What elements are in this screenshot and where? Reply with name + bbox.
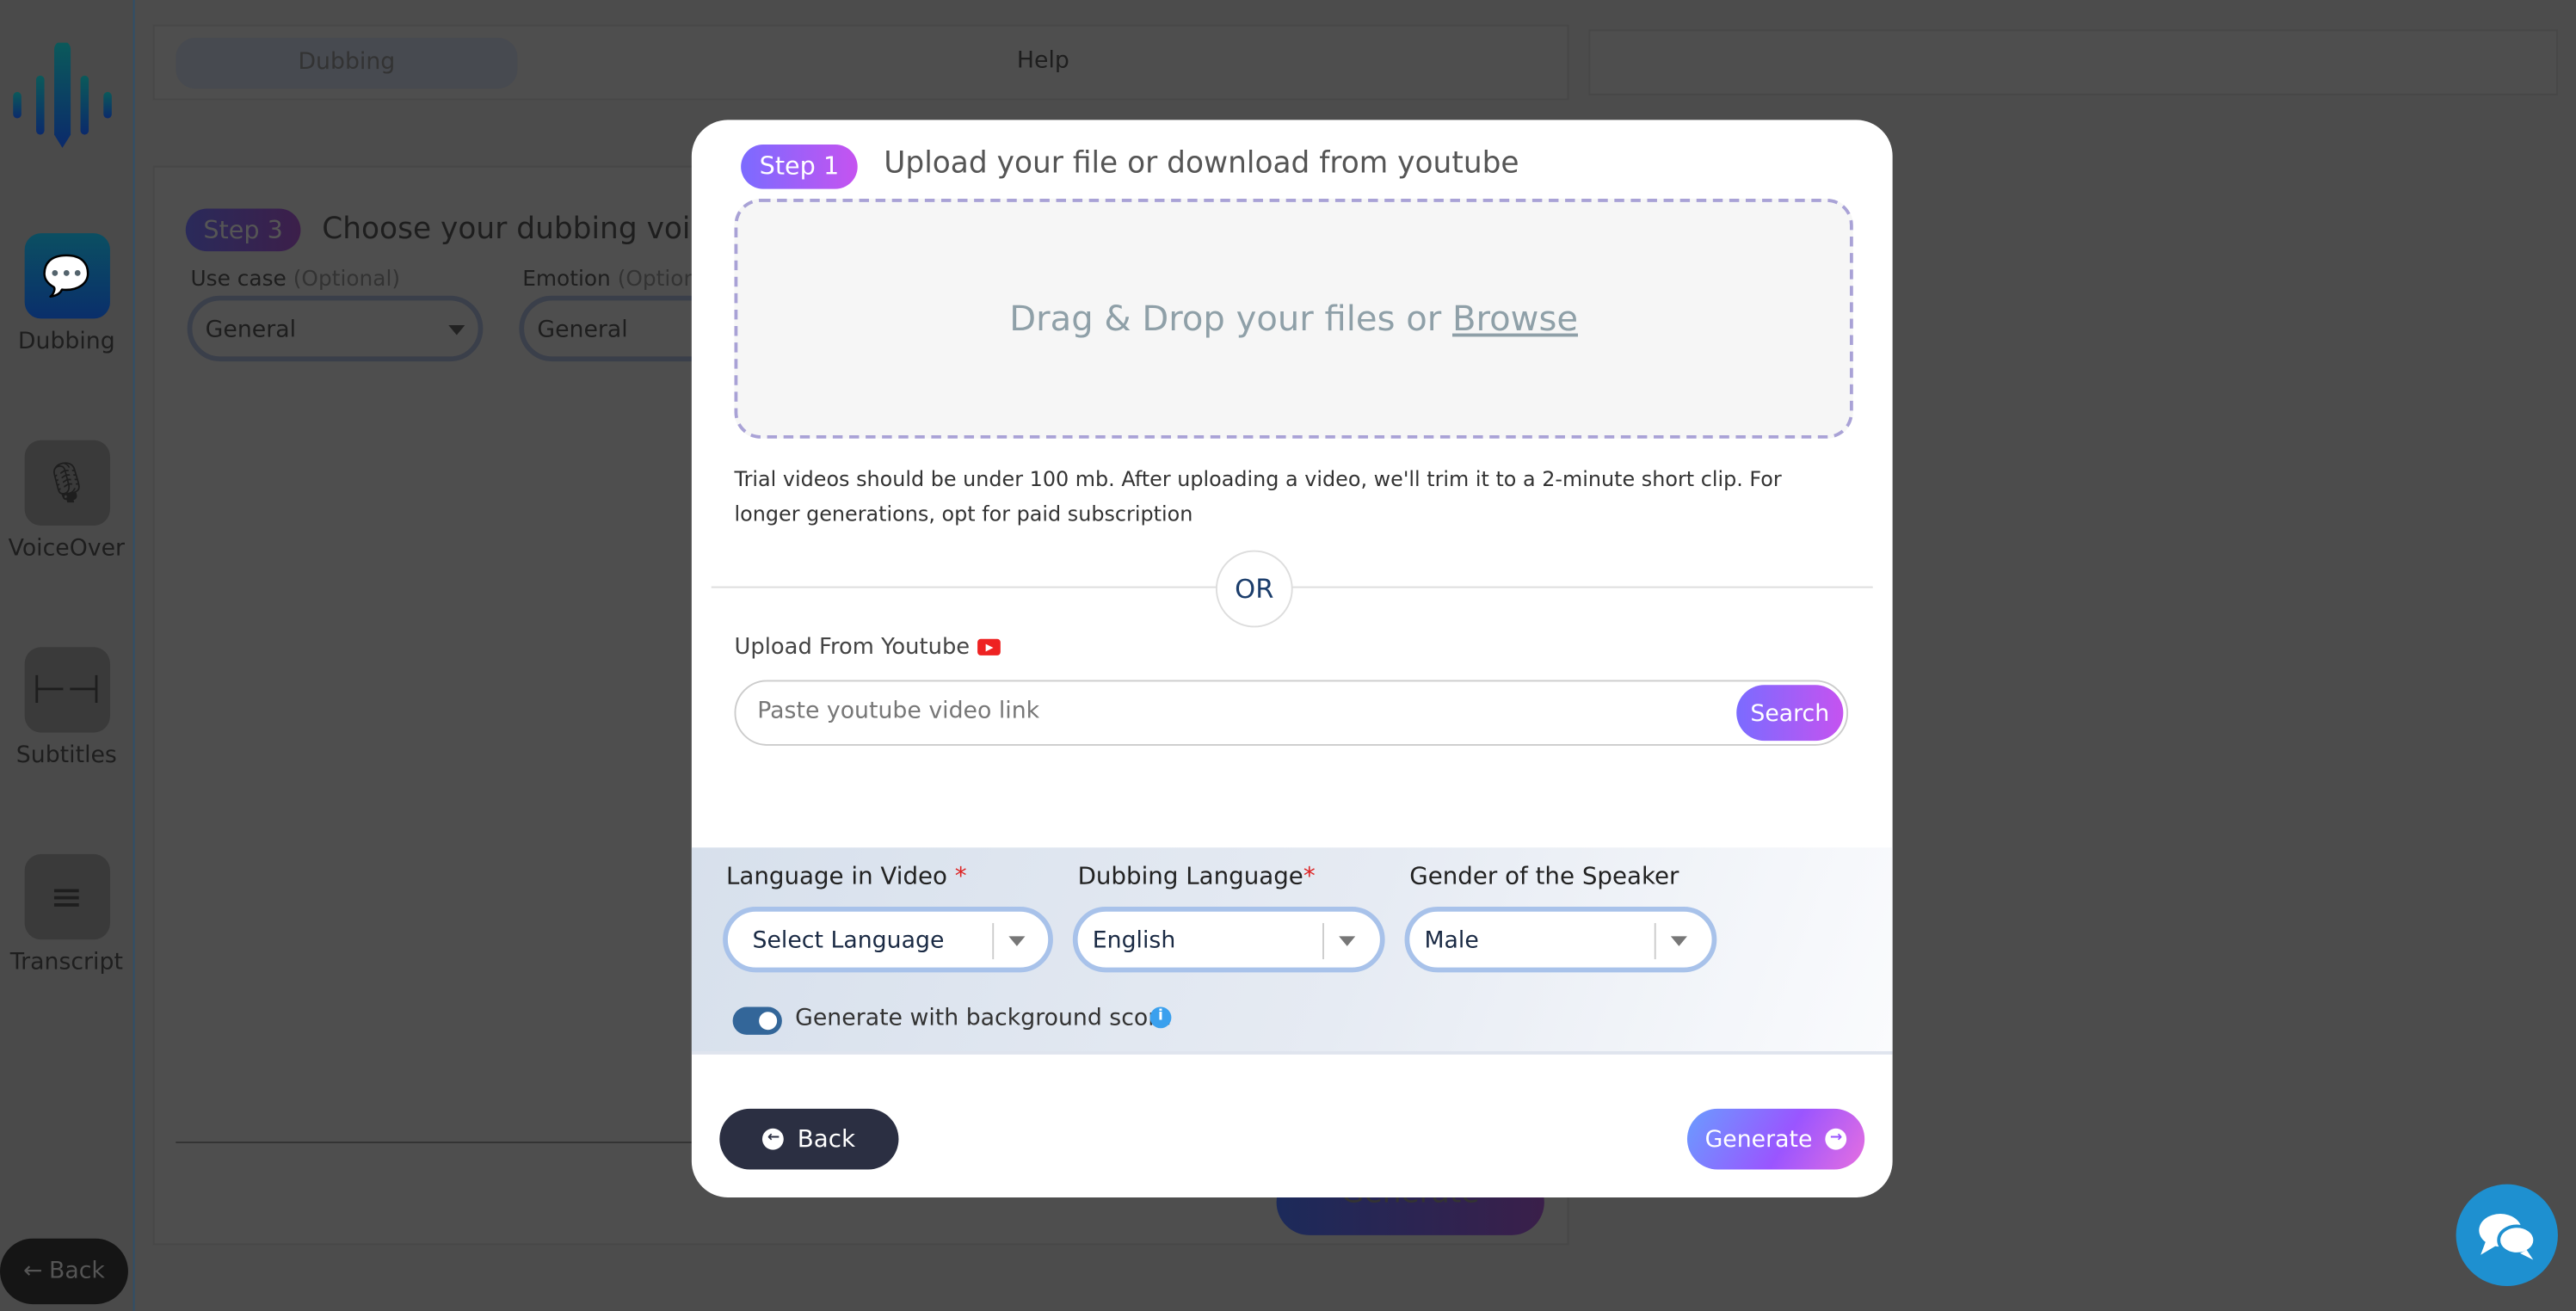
dubbing-language-label: Dubbing Language* <box>1077 864 1316 890</box>
top-right-panel <box>1588 29 2558 95</box>
use-case-label: Use case (Optional) <box>190 268 401 292</box>
nav-help[interactable]: Help <box>1017 47 1069 74</box>
arrow-right-circle-icon: → <box>1825 1128 1847 1150</box>
step-badge: Step 1 <box>741 145 858 189</box>
chevron-down-icon <box>1008 936 1026 946</box>
youtube-label: Upload From Youtube ▶ <box>735 634 1001 661</box>
app-logo <box>13 42 112 148</box>
language-in-video-label: Language in Video * <box>725 864 967 890</box>
step-title: Choose your dubbing voice <box>322 212 725 247</box>
back-button[interactable]: ← Back <box>719 1108 899 1170</box>
browse-link[interactable]: Browse <box>1452 299 1578 339</box>
sidebar-item-subtitles[interactable]: ⊢⊣ Subtitles <box>0 647 133 769</box>
background-score-label: Generate with background score <box>795 1005 1172 1032</box>
step-badge: Step 3 <box>185 208 301 252</box>
gender-select[interactable]: Male <box>1404 906 1717 973</box>
top-nav: Dubbing Help <box>152 24 1569 101</box>
sidebar-back-button[interactable]: ← Back <box>0 1238 128 1305</box>
dubbing-language-select[interactable]: English <box>1072 906 1385 973</box>
sidebar: 💬 Dubbing 🎙 VoiceOver ⊢⊣ Subtitles ≡ Tra… <box>0 0 135 1311</box>
youtube-icon: ▶ <box>977 638 1001 656</box>
sidebar-item-transcript[interactable]: ≡ Transcript <box>0 853 133 976</box>
tab-dubbing[interactable]: Dubbing <box>176 37 518 89</box>
sidebar-item-dubbing[interactable]: 💬 Dubbing <box>0 233 133 354</box>
microphone-icon: 🎙 <box>23 440 109 526</box>
background-score-toggle[interactable] <box>732 1006 782 1035</box>
sidebar-item-voiceover[interactable]: 🎙 VoiceOver <box>0 440 133 562</box>
file-dropzone[interactable]: Drag & Drop your files or Browse <box>734 199 1853 439</box>
upload-modal: Step 1 Upload your file or download from… <box>691 120 1893 1197</box>
arrow-left-icon: ← <box>22 1258 43 1285</box>
options-panel: Language in Video * Select Language Dubb… <box>691 847 1893 1055</box>
or-separator: OR <box>1215 550 1293 628</box>
chevron-down-icon <box>448 325 465 335</box>
language-in-video-select[interactable]: Select Language <box>723 906 1053 973</box>
generate-button[interactable]: Generate → <box>1686 1108 1865 1170</box>
use-case-select[interactable]: General <box>187 295 484 362</box>
translate-chat-icon: 💬 <box>23 233 109 319</box>
divider <box>176 1142 702 1143</box>
gender-label: Gender of the Speaker <box>1409 864 1679 890</box>
trial-note: Trial videos should be under 100 mb. Aft… <box>734 466 1782 526</box>
youtube-link-input[interactable] <box>754 696 1714 726</box>
arrow-left-circle-icon: ← <box>762 1128 785 1150</box>
chevron-down-icon <box>1339 936 1356 946</box>
chat-bubbles-icon <box>2479 1214 2537 1260</box>
info-icon[interactable]: i <box>1149 1006 1172 1029</box>
transcript-icon: ≡ <box>23 853 109 940</box>
chevron-down-icon <box>1670 936 1687 946</box>
subtitles-icon: ⊢⊣ <box>23 647 109 733</box>
chat-support-button[interactable] <box>2456 1184 2558 1287</box>
youtube-input-group: Search <box>734 680 1849 746</box>
step-title: Upload your file or download from youtub… <box>884 145 1519 182</box>
search-button[interactable]: Search <box>1736 685 1844 742</box>
